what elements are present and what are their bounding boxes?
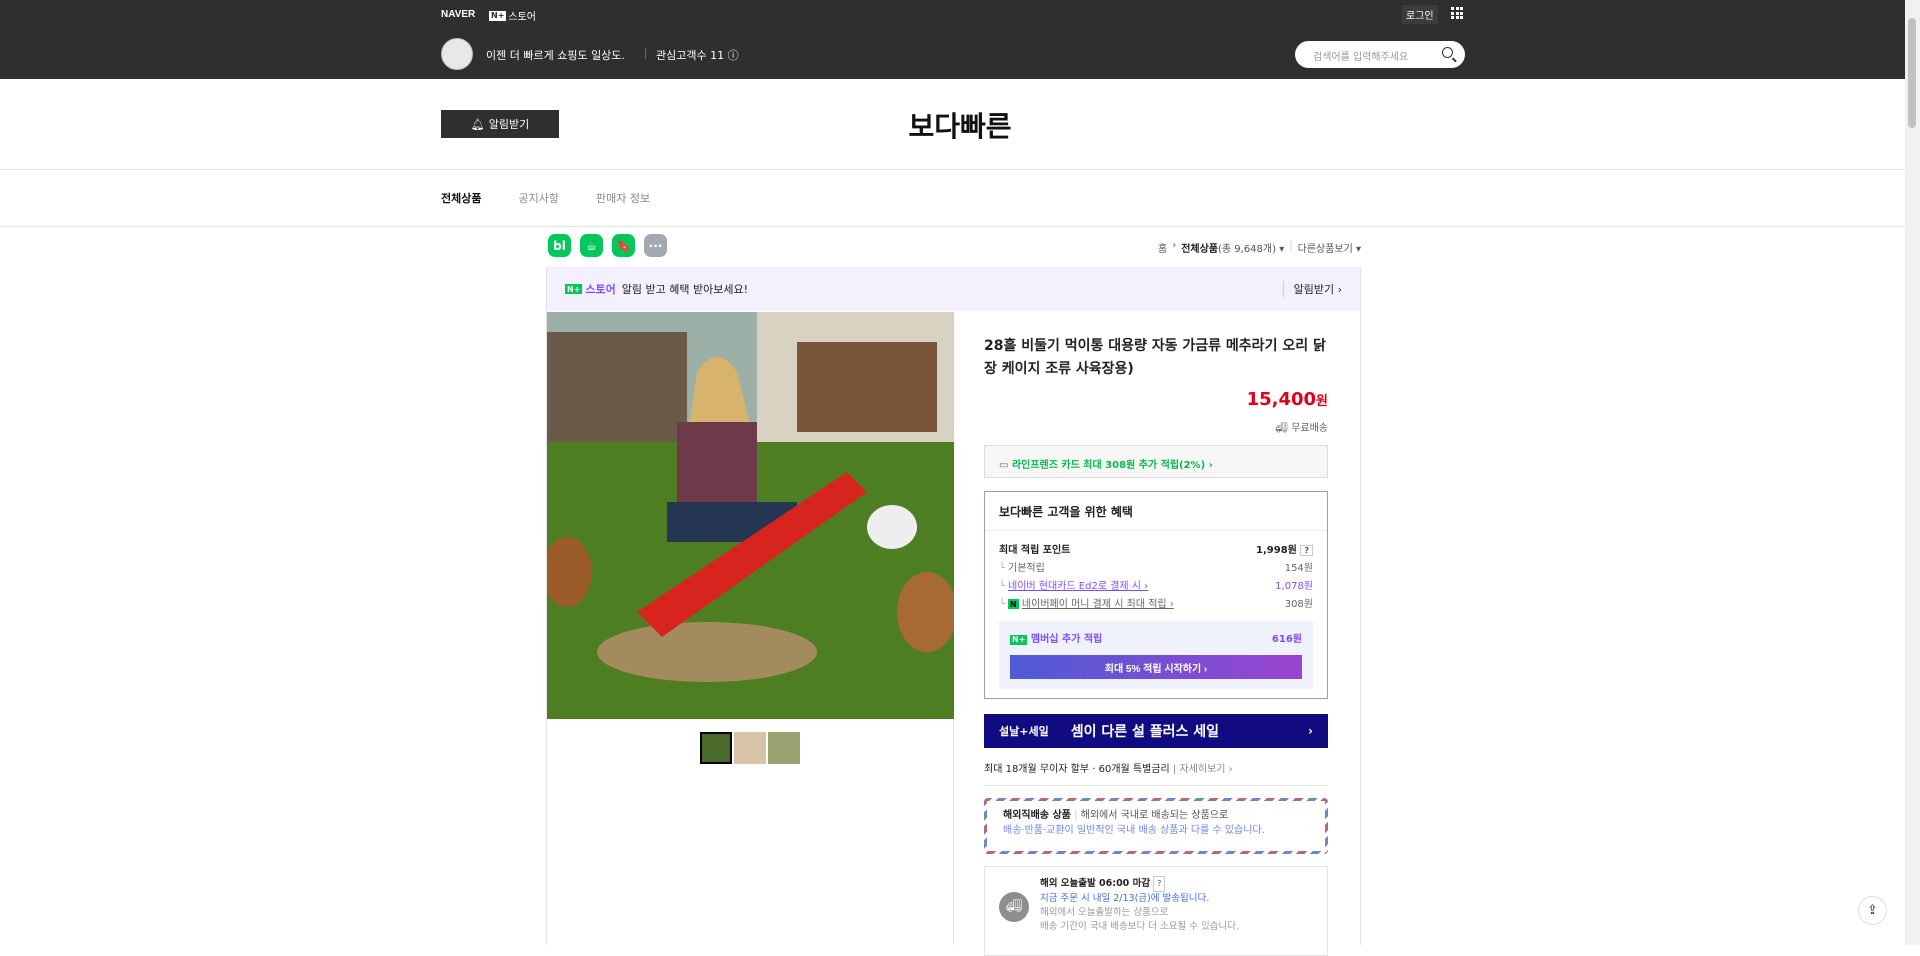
sale-banner[interactable]: 설날+세일 셈이 다른 설 플러스 세일 › [984, 714, 1328, 748]
fan-count: 관심고객수 11 ⓘ [656, 47, 739, 63]
store-slogan: 이젠 더 빠르게 쇼핑도 일상도. [486, 47, 625, 63]
product-main-image[interactable] [547, 312, 954, 719]
divider [953, 719, 954, 945]
nav-notice[interactable]: 공지사항 [518, 190, 558, 206]
membership-box: N+ 멤버십 추가 적립616원 최대 5% 적립 시작하기 › [999, 621, 1313, 689]
benefit-box: 보다빠른 고객을 위한 혜택 최대 적립 포인트1,998원 ? └기본적립15… [984, 491, 1328, 699]
banner-alarm-link[interactable]: 알림받기 › [1283, 281, 1342, 297]
breadcrumb-home[interactable]: 홈 [1158, 240, 1167, 255]
thumbnail-2[interactable] [734, 732, 766, 764]
truck-icon: 🚚︎ [1275, 423, 1288, 434]
today-dispatch-box: 🚚︎ 해외 오늘출발 06:00 마감 ? 지금 주문 시 내일 2/13(금)… [984, 866, 1328, 956]
store-avatar[interactable] [441, 38, 473, 70]
installment-info: 최대 18개월 무이자 할부 · 60개월 특별금리 | 자세히보기 › [984, 760, 1233, 775]
naver-plus-badge: N+ [1010, 635, 1027, 645]
membership-start-button[interactable]: 최대 5% 적립 시작하기 › [1010, 655, 1302, 679]
divider [0, 226, 1905, 227]
max-points-row: 최대 적립 포인트1,998원 ? [985, 539, 1327, 557]
store-label: 스토어 [508, 8, 536, 23]
login-button[interactable]: 로그인 [1402, 5, 1438, 24]
scrollbar-thumb[interactable] [1908, 18, 1916, 128]
divider [645, 48, 646, 59]
divider [0, 169, 1905, 170]
thumbnail-list [700, 732, 800, 764]
other-products-dropdown[interactable]: 다른상품보기 ▾ [1298, 240, 1361, 255]
card-icon: ▭ [999, 460, 1008, 471]
benefit-title: 보다빠른 고객을 위한 혜택 [985, 492, 1327, 531]
store-label: 스토어 [585, 281, 615, 297]
nav-all-products[interactable]: 전체상품 [441, 190, 481, 206]
benefit-row[interactable]: └네이버 현대카드 Ed2로 결제 시 ›1,078원 [985, 575, 1327, 593]
installment-more-link[interactable]: 자세히보기 › [1179, 764, 1232, 775]
naver-plus-store-link[interactable]: N+스토어 [489, 8, 536, 23]
divider [984, 785, 1328, 786]
overseas-shipping-notice: 해외직배송 상품 | 해외에서 국내로 배송되는 상품으로 배송·반품·교환이 … [984, 798, 1328, 854]
search-input[interactable]: 검색어를 입력해주세요 [1295, 41, 1465, 68]
naver-logo[interactable]: NAVER [441, 9, 475, 20]
info-icon[interactable]: ⓘ [728, 49, 739, 62]
product-section: N+ 스토어 알림 받고 혜택 받아보세요! 알림받기 › 28홀 비둘기 먹이… [546, 267, 1361, 945]
product-title: 28홀 비둘기 먹이통 대용량 자동 가금류 메추라기 오리 닭장 케이지 조류… [984, 335, 1328, 381]
nav-seller-info[interactable]: 판매자 정보 [596, 190, 650, 206]
benefit-row[interactable]: └N 네이버페이 머니 결제 시 최대 적립 ›308원 [985, 593, 1327, 611]
naver-plus-badge: N+ [489, 11, 506, 21]
banner-text: 알림 받고 혜택 받아보세요! [622, 281, 748, 297]
top-bar: NAVER N+스토어 로그인 이젠 더 빠르게 쇼핑도 일상도. 관심고객수 … [0, 0, 1905, 79]
help-icon[interactable]: ? [1300, 545, 1313, 556]
more-icon[interactable]: ··· [644, 234, 667, 257]
breadcrumb: 홈› 전체상품(총 9,648개) ▾| 다른상품보기 ▾ [1158, 240, 1361, 255]
product-price: 15,400원 [1247, 389, 1328, 410]
store-alarm-banner: N+ 스토어 알림 받고 혜택 받아보세요! 알림받기 › [547, 267, 1360, 311]
store-title[interactable]: 보다빠른 [0, 105, 1920, 145]
thumbnail-3[interactable] [768, 732, 800, 764]
help-icon[interactable]: ? [1153, 876, 1165, 892]
search-icon[interactable] [1442, 47, 1453, 58]
thumbnail-1[interactable] [700, 732, 732, 764]
benefit-row: └기본적립154원 [985, 557, 1327, 575]
naver-plus-badge: N+ [565, 284, 582, 294]
blog-share-icon[interactable]: bl [548, 234, 571, 257]
delivery-truck-icon: 🚚︎ [999, 892, 1029, 922]
bookmark-icon[interactable]: 🔖 [612, 234, 635, 257]
chevron-right-icon: › [1308, 724, 1313, 738]
share-icons: bl ☕ 🔖 ··· [548, 234, 667, 257]
store-nav: 전체상품 공지사항 판매자 정보 [441, 190, 650, 206]
breadcrumb-current[interactable]: 전체상품(총 9,648개) ▾ [1181, 240, 1284, 255]
shipping-info: 🚚︎ 무료배송 [1275, 419, 1328, 434]
share-icon[interactable]: ⇪ [1858, 896, 1887, 925]
scrollbar[interactable] [1905, 0, 1920, 945]
naverpay-icon: N [1008, 599, 1019, 609]
card-offer[interactable]: ▭ 라인프렌즈 카드 최대 308원 추가 적립(2%) › [984, 445, 1328, 478]
cafe-share-icon[interactable]: ☕ [580, 234, 603, 257]
apps-grid-icon[interactable] [1451, 7, 1463, 19]
